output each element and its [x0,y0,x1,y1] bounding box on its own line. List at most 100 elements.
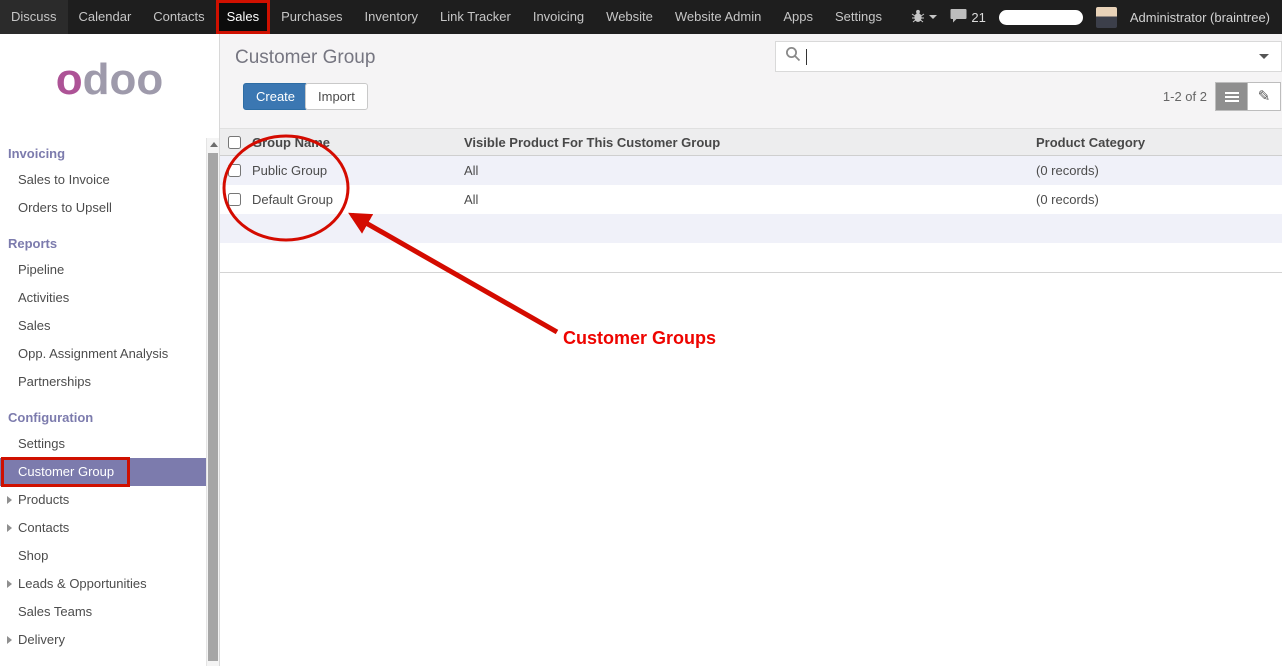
sidebar-item-orders-to-upsell[interactable]: Orders to Upsell [0,194,206,222]
sidebar-item-sales-to-invoice[interactable]: Sales to Invoice [0,166,206,194]
list-view-icon [1225,92,1239,94]
search-input[interactable] [807,42,1259,71]
expand-caret-icon [7,580,12,588]
logo-letters: doo [83,55,164,104]
table-row[interactable]: Public Group All (0 records) [220,156,1282,185]
menu-item-link-tracker[interactable]: Link Tracker [429,0,522,34]
sidebar-item-label: Customer Group [18,464,114,479]
menu-item-discuss[interactable]: Discuss [0,0,68,34]
table-row[interactable]: Default Group All (0 records) [220,185,1282,214]
form-view-button[interactable]: ✎ [1248,82,1281,111]
column-header-visible-product[interactable]: Visible Product For This Customer Group [460,135,1028,150]
control-panel: Customer Group Create Import 1-2 of 2 [220,34,1282,128]
list-view-button[interactable] [1215,82,1248,111]
logo-letter: o [56,55,83,104]
sidebar-item-label: Orders to Upsell [18,200,112,215]
cell-visible-product[interactable]: All [460,163,1028,178]
search-dropdown-caret-icon[interactable] [1259,54,1269,59]
chevron-down-icon [929,15,937,19]
row-checkbox[interactable] [228,193,241,206]
sidebar-item-settings[interactable]: Settings [0,430,206,458]
import-button[interactable]: Import [305,83,368,110]
sidebar-item-label: Partnerships [18,374,91,389]
user-avatar [1096,7,1117,28]
sidebar-item-partnerships[interactable]: Partnerships [0,368,206,396]
scrollbar-up-arrow-icon[interactable] [210,142,218,147]
column-header-product-category[interactable]: Product Category [1028,135,1282,150]
bug-icon [911,9,925,26]
sidebar-item-contacts[interactable]: Contacts [0,514,206,542]
sidebar-item-label: Sales to Invoice [18,172,110,187]
sidebar-item-label: Contacts [18,520,69,535]
scrollbar-thumb[interactable] [208,153,218,661]
cell-group-name[interactable]: Default Group [248,192,460,207]
subscription-progress-pill[interactable] [999,10,1083,25]
page-title: Customer Group [235,47,375,69]
sidebar-item-sales-teams[interactable]: Sales Teams [0,598,206,626]
sidebar-item-shop[interactable]: Shop [0,542,206,570]
menu-item-purchases[interactable]: Purchases [270,0,353,34]
cell-product-category[interactable]: (0 records) [1028,192,1282,207]
cell-visible-product[interactable]: All [460,192,1028,207]
row-checkbox[interactable] [228,164,241,177]
column-header-group-name[interactable]: Group Name [248,135,460,150]
chat-icon [950,8,967,26]
select-all-checkbox[interactable] [228,136,241,149]
empty-row [220,214,1282,243]
expand-caret-icon [7,636,12,644]
sidebar-item-sales[interactable]: Sales [0,312,206,340]
sidebar-item-label: Delivery [18,632,65,647]
sidebar-item-activities[interactable]: Activities [0,284,206,312]
sidebar-item-label: Pipeline [18,262,64,277]
sidebar: odoo Invoicing Sales to Invoice Orders t… [0,34,220,666]
menu-item-apps[interactable]: Apps [772,0,824,34]
sidebar-scrollbar[interactable] [206,138,219,666]
sidebar-item-delivery[interactable]: Delivery [0,626,206,654]
topbar-menus: Discuss Calendar Contacts Sales Purchase… [0,0,893,34]
sidebar-item-products[interactable]: Products [0,486,206,514]
search-icon [785,46,801,67]
sidebar-item-opp-assignment-analysis[interactable]: Opp. Assignment Analysis [0,340,206,368]
row-select-cell [220,193,248,206]
topbar: Discuss Calendar Contacts Sales Purchase… [0,0,1282,34]
odoo-logo: odoo [0,34,219,102]
menu-item-website[interactable]: Website [595,0,664,34]
messages-count: 21 [971,10,985,25]
cell-group-name[interactable]: Public Group [248,163,460,178]
menu-item-contacts[interactable]: Contacts [142,0,215,34]
menu-item-sales[interactable]: Sales [216,0,271,34]
sidebar-item-label: Sales Teams [18,604,92,619]
menu-item-invoicing[interactable]: Invoicing [522,0,595,34]
edit-pencil-icon: ✎ [1258,89,1271,104]
menu-item-website-admin[interactable]: Website Admin [664,0,772,34]
topbar-right: 21 Administrator (braintree) [911,0,1282,34]
debug-menu[interactable] [911,9,937,26]
create-button[interactable]: Create [243,83,308,110]
sidebar-section-reports: Reports [0,222,206,256]
sidebar-item-label: Opp. Assignment Analysis [18,346,168,361]
empty-row [220,243,1282,272]
view-switcher: ✎ [1215,82,1281,111]
row-select-cell [220,164,248,177]
user-menu[interactable]: Administrator (braintree) [1130,10,1270,25]
main-content: Customer Group Create Import 1-2 of 2 [220,34,1282,666]
sidebar-menu: Invoicing Sales to Invoice Orders to Ups… [0,132,206,654]
sidebar-item-leads-opportunities[interactable]: Leads & Opportunities [0,570,206,598]
cell-product-category[interactable]: (0 records) [1028,163,1282,178]
search-box[interactable] [775,41,1282,72]
select-all-cell [220,136,248,149]
menu-item-calendar[interactable]: Calendar [68,0,143,34]
sidebar-item-customer-group[interactable]: Customer Group [0,458,206,486]
sidebar-item-pipeline[interactable]: Pipeline [0,256,206,284]
sidebar-item-label: Activities [18,290,69,305]
menu-item-settings[interactable]: Settings [824,0,893,34]
sidebar-section-configuration: Configuration [0,396,206,430]
sidebar-item-label: Products [18,492,69,507]
sidebar-item-label: Leads & Opportunities [18,576,147,591]
customer-group-table: Group Name Visible Product For This Cust… [220,128,1282,273]
expand-caret-icon [7,496,12,504]
sidebar-item-label: Settings [18,436,65,451]
expand-caret-icon [7,524,12,532]
menu-item-inventory[interactable]: Inventory [354,0,429,34]
messages-button[interactable]: 21 [950,8,985,26]
